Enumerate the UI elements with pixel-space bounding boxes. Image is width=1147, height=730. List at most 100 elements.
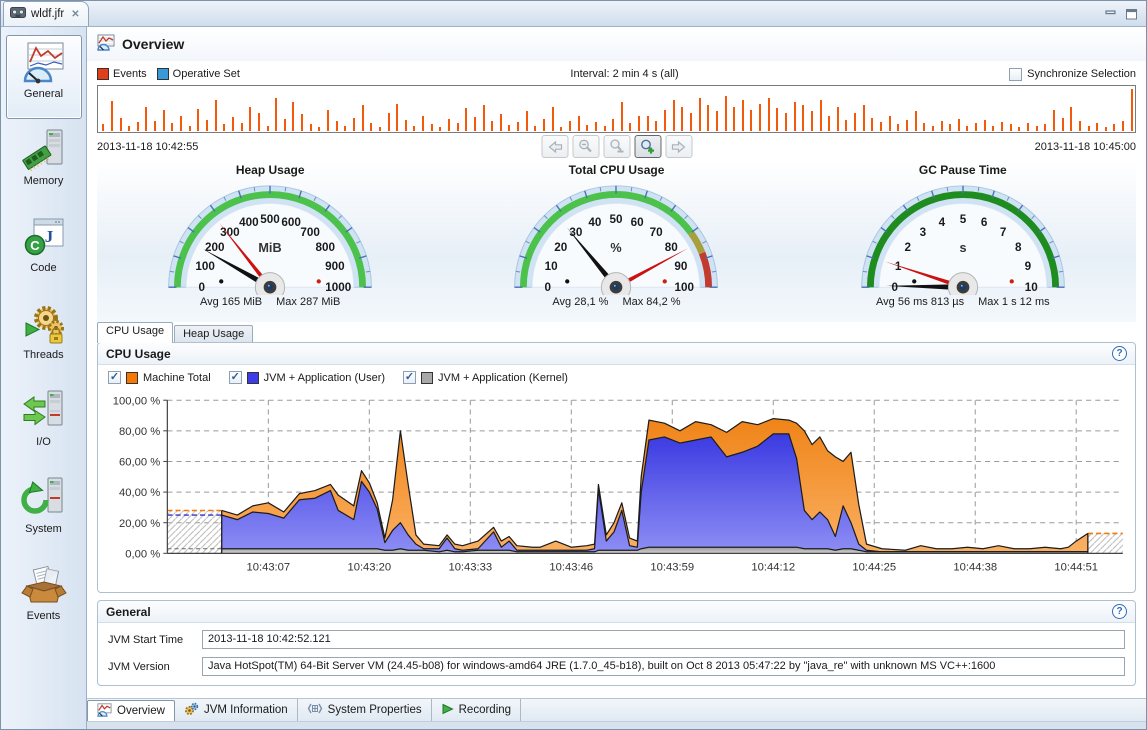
svg-text:10:43:20: 10:43:20 — [347, 562, 391, 574]
editor-tab-wldf-jfr[interactable]: wldf.jfr ✕ — [3, 1, 89, 26]
checkbox-unchecked[interactable] — [1009, 68, 1022, 81]
svg-text:10: 10 — [545, 260, 559, 273]
overview-tab-icon — [97, 703, 112, 720]
svg-text:%: % — [611, 241, 622, 255]
gauge-stats: Avg 56 ms 813 µs Max 1 s 12 ms — [876, 296, 1050, 308]
general-panel: General ? JVM Start Time 2013-11-18 10:4… — [97, 600, 1136, 686]
jvm-kernel-color-swatch — [421, 372, 433, 384]
play-icon — [441, 703, 454, 718]
svg-text:4: 4 — [938, 216, 945, 229]
range-end-time: 2013-11-18 10:45:00 — [1035, 141, 1136, 153]
pan-right-button[interactable] — [665, 135, 692, 158]
sidebar-item-system[interactable]: System — [6, 470, 82, 554]
svg-text:800: 800 — [316, 241, 336, 254]
svg-text:700: 700 — [301, 226, 321, 239]
maximize-icon[interactable] — [1124, 8, 1138, 20]
gauge-gc-pause-time: GC Pause Time 012345678910s Avg 56 ms 81… — [790, 160, 1136, 322]
jvm-start-time-label: JVM Start Time — [108, 634, 194, 646]
checkbox-checked[interactable]: ✓ — [229, 371, 242, 384]
svg-text:20,00 %: 20,00 % — [119, 518, 160, 530]
svg-text:10:43:07: 10:43:07 — [246, 562, 290, 574]
pan-left-button[interactable] — [541, 135, 568, 158]
svg-text:40,00 %: 40,00 % — [119, 487, 160, 499]
sidebar-item-code[interactable]: J C Code — [6, 209, 82, 293]
sidebar-item-events[interactable]: Events — [6, 557, 82, 641]
svg-text:400: 400 — [239, 216, 259, 229]
gauge-title: Total CPU Usage — [569, 160, 665, 178]
zoom-toolbar — [541, 135, 692, 158]
sidebar-item-label: Threads — [23, 349, 63, 361]
close-icon[interactable]: ✕ — [71, 9, 79, 20]
svg-text:80,00 %: 80,00 % — [119, 426, 160, 438]
mission-control-window: wldf.jfr ✕ General — [0, 0, 1147, 730]
tab-overview[interactable]: Overview — [87, 700, 175, 721]
help-icon[interactable]: ? — [1112, 604, 1127, 619]
jvm-start-time-value[interactable]: 2013-11-18 10:42:52.121 — [202, 630, 1125, 649]
svg-text:7: 7 — [1000, 226, 1007, 239]
memory-chip-icon — [21, 127, 67, 173]
svg-text:C: C — [30, 238, 40, 253]
svg-text:500: 500 — [260, 213, 280, 226]
gauge-dial: 0102030405060708090100% — [499, 178, 733, 298]
usage-subtabs: CPU Usage Heap Usage — [97, 322, 1136, 343]
checkbox-checked[interactable]: ✓ — [108, 371, 121, 384]
svg-text:70: 70 — [650, 226, 664, 239]
sidebar-item-label: Memory — [24, 175, 64, 187]
tab-jvm-information[interactable]: JVM Information — [175, 699, 298, 721]
jvm-version-value[interactable]: Java HotSpot(TM) 64-Bit Server VM (24.45… — [202, 657, 1125, 676]
gauge-dial: 012345678910s — [846, 178, 1080, 298]
series-toggles: ✓ Machine Total ✓ JVM + Application (Use… — [98, 365, 1135, 390]
events-color-swatch — [97, 68, 109, 80]
toggle-jvm-kernel[interactable]: ✓ JVM + Application (Kernel) — [403, 371, 568, 384]
sidebar-item-io[interactable]: I/O — [6, 383, 82, 467]
interval-label: Interval: 2 min 4 s (all) — [250, 68, 999, 80]
svg-text:600: 600 — [281, 216, 301, 229]
help-icon[interactable]: ? — [1112, 346, 1127, 361]
cpu-usage-panel: CPU Usage ? ✓ Machine Total ✓ JVM + Appl… — [97, 342, 1136, 593]
general-gauge-chart-icon — [21, 40, 67, 86]
svg-text:10:44:25: 10:44:25 — [852, 562, 896, 574]
svg-text:MiB: MiB — [259, 241, 282, 255]
svg-text:100: 100 — [675, 281, 695, 294]
event-timeline-strip[interactable] — [97, 85, 1136, 133]
toggle-machine-total[interactable]: ✓ Machine Total — [108, 371, 211, 384]
sidebar-item-threads[interactable]: Threads — [6, 296, 82, 380]
svg-text:30: 30 — [570, 226, 584, 239]
svg-text:100,00 %: 100,00 % — [113, 395, 160, 407]
zoom-out-selection-button[interactable] — [603, 135, 630, 158]
cpu-usage-chart[interactable]: 0,00 %20,00 %40,00 %60,00 %80,00 %100,00… — [98, 390, 1135, 592]
toggle-jvm-user[interactable]: ✓ JVM + Application (User) — [229, 371, 385, 384]
io-arrows-icon — [21, 388, 67, 434]
tab-heap-usage[interactable]: Heap Usage — [174, 325, 253, 343]
synchronize-selection-checkbox[interactable]: Synchronize Selection — [1009, 68, 1136, 81]
gears-icon — [184, 702, 199, 719]
tab-cpu-usage[interactable]: CPU Usage — [97, 322, 173, 343]
svg-text:10:44:51: 10:44:51 — [1054, 562, 1098, 574]
overview-icon — [97, 34, 115, 54]
svg-text:2: 2 — [904, 241, 911, 254]
operative-set-color-swatch — [157, 68, 169, 80]
gauge-dial: 01002003004005006007008009001000MiB — [153, 178, 387, 298]
checkbox-checked[interactable]: ✓ — [403, 371, 416, 384]
zoom-out-button[interactable] — [572, 135, 599, 158]
sidebar-item-general[interactable]: General — [6, 35, 82, 119]
zoom-in-button[interactable] — [634, 135, 661, 158]
view-header: Overview — [87, 27, 1146, 61]
sidebar-item-label: System — [25, 523, 62, 535]
events-box-icon — [21, 562, 67, 608]
gauge-title: Heap Usage — [236, 160, 305, 178]
page-tabs: Overview JVM Information System Properti… — [87, 698, 1146, 721]
sidebar-item-memory[interactable]: Memory — [6, 122, 82, 206]
svg-text:90: 90 — [675, 260, 689, 273]
svg-text:6: 6 — [981, 216, 988, 229]
gauge-title: GC Pause Time — [919, 160, 1007, 178]
tab-system-properties[interactable]: System Properties — [298, 699, 432, 721]
svg-text:60: 60 — [631, 216, 645, 229]
system-recycle-icon — [21, 475, 67, 521]
svg-text:50: 50 — [610, 213, 624, 226]
svg-text:0,00 %: 0,00 % — [125, 548, 160, 560]
minimize-icon[interactable] — [1104, 8, 1118, 20]
tab-recording[interactable]: Recording — [432, 699, 521, 721]
svg-text:10:44:38: 10:44:38 — [953, 562, 997, 574]
threads-gears-icon — [21, 301, 67, 347]
